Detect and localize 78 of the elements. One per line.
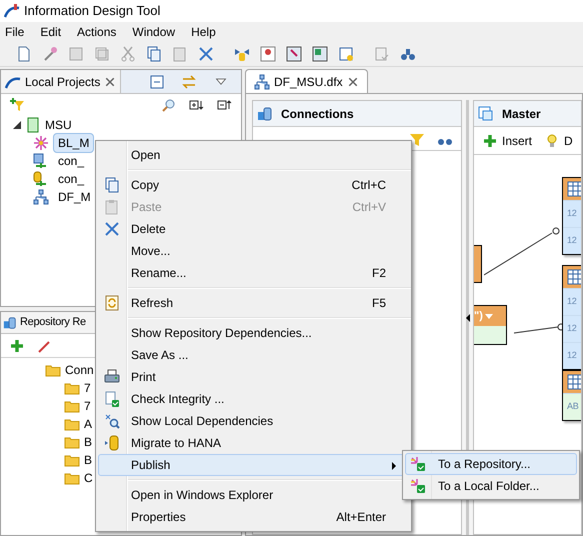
clipboard-icon [104, 199, 120, 215]
publish-icon [410, 456, 426, 472]
menu-item[interactable]: File [5, 22, 24, 40]
shortcut-text: Ctrl+C [352, 177, 386, 194]
panel-title: Local Projects [25, 74, 100, 90]
column-type: 12 [567, 322, 576, 336]
menu-item[interactable]: Move... [98, 240, 409, 262]
menu-item[interactable]: Print [98, 366, 409, 388]
editor-tab[interactable]: DF_MSU.dfx [245, 69, 368, 93]
panel-tab[interactable]: Local Projects [1, 70, 122, 93]
table-node [474, 245, 482, 283]
tree-item[interactable]: con_ [53, 170, 90, 188]
tree-item[interactable]: DF_M [53, 188, 96, 206]
menu-item[interactable]: To a Local Folder... [405, 475, 577, 497]
star-burst-icon [33, 135, 49, 151]
hierarchy-icon [33, 189, 49, 205]
tree-item[interactable]: MSU [45, 116, 72, 134]
close-icon [104, 76, 116, 88]
copy-icon [104, 177, 120, 193]
diagram-icon [478, 106, 494, 122]
publish-icon [410, 478, 426, 494]
tree-item[interactable]: 7 [84, 397, 91, 415]
shortcut-text: F2 [372, 265, 386, 282]
shortcut-text: Alt+Enter [336, 509, 386, 526]
tree-item[interactable]: Conn [65, 361, 94, 379]
column-type: 12 [567, 295, 576, 308]
app-logo-icon [4, 3, 20, 19]
menu-item[interactable]: Window [132, 22, 176, 40]
column-type: 12 [567, 234, 576, 248]
column-type: 12 [567, 207, 576, 220]
connection-icon [33, 153, 49, 169]
panel-title: Connections [281, 106, 354, 122]
menu-item[interactable]: Open [98, 144, 409, 166]
add-icon [482, 132, 498, 148]
bulb-button[interactable]: D [544, 132, 573, 150]
tree-item[interactable]: 7 [84, 379, 91, 397]
menu-item[interactable]: Delete [98, 218, 409, 240]
menu-item[interactable]: Copy Ctrl+C [98, 174, 409, 196]
menu-item[interactable]: Edit [40, 22, 62, 40]
window-title: Information Design Tool [24, 2, 160, 20]
tree-item[interactable]: C [84, 469, 93, 487]
shortcut-text: Ctrl+V [352, 199, 386, 216]
database-icon [257, 106, 273, 122]
connection-icon [33, 171, 49, 187]
database-icon [104, 435, 120, 451]
database-icon [3, 316, 17, 330]
tree-item[interactable]: A [84, 415, 92, 433]
menu-item[interactable]: Rename... F2 [98, 262, 409, 284]
hierarchy-icon [254, 74, 270, 90]
alias-label: ") [474, 308, 483, 324]
refresh-icon [104, 295, 120, 311]
menu-item[interactable]: Refresh F5 [98, 292, 409, 314]
menu-item[interactable]: Properties Alt+Enter [98, 506, 409, 528]
menu-item[interactable]: Check Integrity ... [98, 388, 409, 410]
printer-icon [104, 369, 120, 385]
column-type: AB [567, 400, 578, 414]
close-icon [104, 221, 120, 237]
menu-item[interactable]: To a Repository... [405, 453, 577, 475]
panel-title: Repository Re [20, 315, 86, 330]
tree-item[interactable]: B [84, 433, 92, 451]
column-type: 12 [567, 349, 576, 362]
close-icon [346, 76, 359, 88]
menu-item[interactable]: Actions [77, 22, 116, 40]
tree-item[interactable]: BL_M [53, 133, 94, 153]
magnifier-icon [104, 413, 120, 429]
menu-item[interactable]: Migrate to HANA [98, 432, 409, 454]
tree-item[interactable]: B [84, 451, 92, 469]
menu-item[interactable]: Help [191, 22, 216, 40]
menu-item[interactable]: Show Local Dependencies [98, 410, 409, 432]
shortcut-text: F5 [372, 295, 386, 312]
project-icon [25, 117, 41, 133]
insert-button[interactable]: Insert [482, 132, 532, 150]
document-check-icon [104, 391, 120, 407]
menu-item[interactable]: Save As ... [98, 344, 409, 366]
tree-toggle-icon[interactable] [13, 121, 21, 129]
menu-item[interactable]: Show Repository Dependencies... [98, 322, 409, 344]
tree-item[interactable]: con_ [53, 152, 90, 170]
panel-title: Master [502, 106, 541, 122]
